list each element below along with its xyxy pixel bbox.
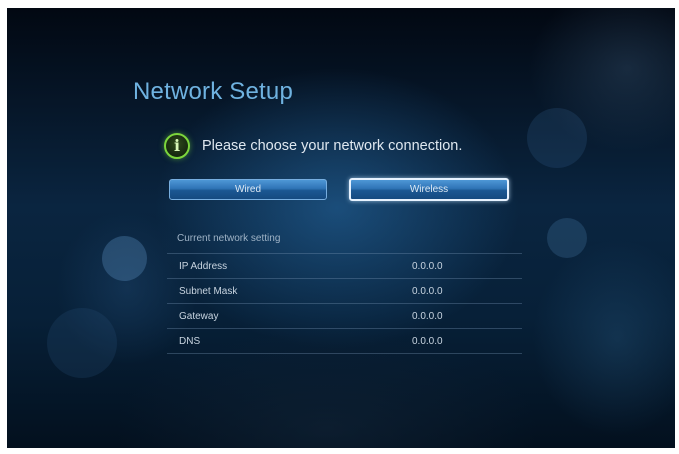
setting-value: 0.0.0.0 [412,261,443,272]
settings-heading: Current network setting [177,233,281,244]
setting-row-gateway: Gateway 0.0.0.0 [167,303,522,329]
setting-value: 0.0.0.0 [412,336,443,347]
setting-row-ip: IP Address 0.0.0.0 [167,253,522,279]
bokeh-light [47,308,117,378]
wireless-button[interactable]: Wireless [349,178,509,201]
setting-row-subnet: Subnet Mask 0.0.0.0 [167,278,522,304]
tv-screen: Network Setup i Please choose your netwo… [7,8,675,448]
setting-label: DNS [179,336,201,347]
setting-row-dns: DNS 0.0.0.0 [167,328,522,354]
prompt-text: Please choose your network connection. [202,138,463,154]
info-row: i Please choose your network connection. [164,131,462,161]
bokeh-light [102,236,147,281]
divider [167,353,522,354]
setting-value: 0.0.0.0 [412,286,443,297]
setting-label: IP Address [179,261,228,272]
background [7,8,675,448]
bokeh-light [547,218,587,258]
wired-button[interactable]: Wired [169,179,327,200]
setting-label: Subnet Mask [179,286,238,297]
setting-label: Gateway [179,311,219,322]
bokeh-light [527,108,587,168]
setting-value: 0.0.0.0 [412,311,443,322]
info-icon: i [164,133,190,159]
page-title: Network Setup [133,78,294,105]
